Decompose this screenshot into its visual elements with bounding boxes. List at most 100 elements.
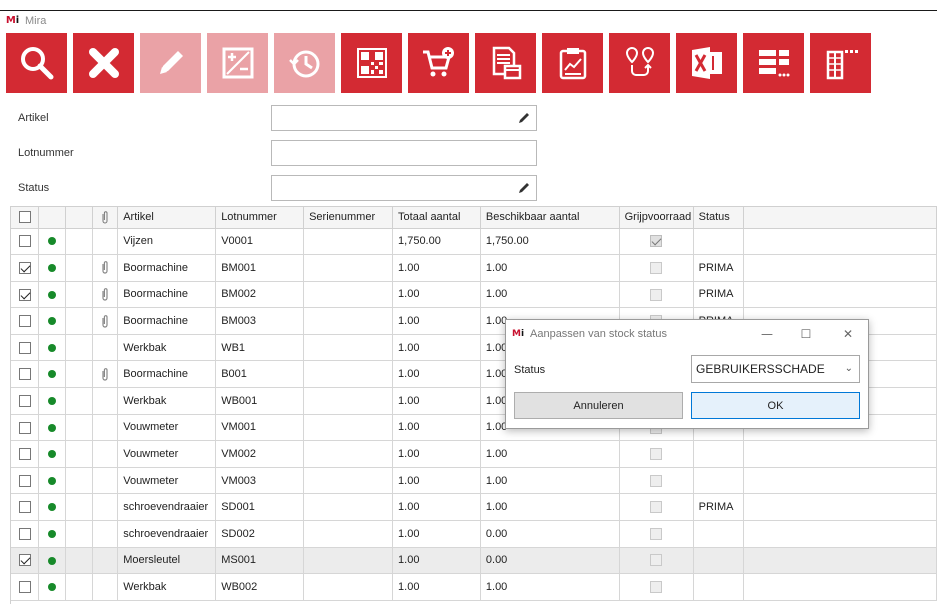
col-beschikbaar-aantal[interactable]: Beschikbaar aantal	[480, 207, 620, 229]
status-input[interactable]	[271, 175, 537, 201]
row-select-cell[interactable]	[11, 440, 40, 468]
artikel-filter-row: Artikel	[18, 105, 537, 131]
col-serienummer[interactable]: Serienummer	[303, 207, 394, 229]
row-checkbox[interactable]	[18, 421, 31, 434]
row-select-cell[interactable]	[11, 307, 40, 335]
cell-artikel: Vouwmeter	[117, 467, 217, 495]
row-checkbox[interactable]	[18, 554, 31, 567]
clipboard-chart-button[interactable]	[542, 33, 603, 93]
col-status[interactable]: Status	[693, 207, 744, 229]
row-checkbox[interactable]	[18, 581, 31, 594]
col-artikel[interactable]: Artikel	[117, 207, 217, 229]
row-checkbox[interactable]	[18, 474, 31, 487]
route-button[interactable]	[609, 33, 670, 93]
grijpvoorraad-checkbox	[650, 448, 663, 461]
row-checkbox[interactable]	[18, 341, 31, 354]
row-select-cell[interactable]	[11, 414, 40, 442]
row-select-cell[interactable]	[11, 387, 40, 415]
pencil-icon[interactable]	[517, 111, 531, 125]
col-grijpvoorraad[interactable]: Grijpvoorraad	[619, 207, 694, 229]
paperclip-icon[interactable]	[100, 367, 110, 381]
clipboard-chart-icon	[559, 48, 586, 80]
col-totaal-aantal[interactable]: Totaal aantal	[392, 207, 481, 229]
status-dot-icon	[48, 503, 57, 512]
table-row[interactable]: schroevendraaier SD001 1.00 1.00 PRIMA	[11, 493, 937, 522]
calculator-button[interactable]	[207, 33, 268, 93]
delete-icon	[88, 48, 119, 78]
cell-artikel: Boormachine	[117, 307, 217, 335]
paperclip-icon[interactable]	[100, 261, 110, 274]
close-button[interactable]: ✕	[838, 326, 858, 342]
row-select-cell[interactable]	[11, 493, 40, 522]
attachment-cell	[92, 334, 119, 362]
table-row[interactable]: Werkbak WB002 1.00 1.00	[11, 573, 937, 601]
table-row[interactable]: Vijzen V0001 1,750.00 1,750.00	[11, 228, 937, 256]
row-checkbox[interactable]	[18, 394, 31, 407]
document-box-button[interactable]	[475, 33, 536, 93]
row-checkbox[interactable]	[18, 448, 31, 461]
row-checkbox[interactable]	[18, 315, 31, 328]
cell-lotnummer: WB1	[215, 334, 305, 362]
row-checkbox[interactable]	[18, 261, 31, 274]
excel-export-button[interactable]	[676, 33, 737, 93]
row-select-cell[interactable]	[11, 520, 40, 548]
row-select-cell[interactable]	[11, 573, 40, 601]
cell-lotnummer: BM003	[215, 307, 305, 335]
col-lotnummer[interactable]: Lotnummer	[215, 207, 305, 229]
attachment-cell[interactable]	[92, 360, 119, 389]
cell-beschikbaar-aantal: 1.00	[480, 281, 620, 309]
cell-grijpvoorraad	[619, 254, 694, 282]
lotnummer-input[interactable]	[271, 140, 537, 166]
table-row[interactable]: Vouwmeter VM002 1.00 1.00	[11, 440, 937, 468]
row-select-cell[interactable]	[11, 467, 40, 495]
column-settings-button[interactable]	[810, 33, 871, 93]
row-checkbox[interactable]	[18, 501, 31, 514]
edit-button[interactable]	[140, 33, 201, 93]
cell-filler	[743, 467, 937, 495]
history-button[interactable]	[274, 33, 335, 93]
cell-beschikbaar-aantal: 0.00	[480, 520, 620, 548]
row-select-cell[interactable]	[11, 281, 40, 309]
row-checkbox[interactable]	[18, 288, 31, 301]
row-checkbox[interactable]	[18, 527, 31, 540]
search-button[interactable]	[6, 33, 67, 93]
cancel-button[interactable]: Annuleren	[514, 392, 683, 419]
maximize-button[interactable]: ☐	[796, 326, 816, 342]
row-checkbox[interactable]	[18, 235, 31, 248]
table-row[interactable]: Boormachine BM002 1.00 1.00 PRIMA	[11, 281, 937, 309]
row-select-cell[interactable]	[11, 254, 40, 282]
qr-code-icon	[356, 48, 387, 78]
grijpvoorraad-checkbox	[650, 288, 663, 301]
cell-filler	[743, 254, 937, 282]
cell-grijpvoorraad	[619, 228, 694, 256]
ok-button[interactable]: OK	[691, 392, 860, 419]
table-row[interactable]: Moersleutel MS001 1.00 0.00	[11, 547, 937, 575]
list-options-button[interactable]	[743, 33, 804, 93]
row-select-cell[interactable]	[11, 360, 40, 389]
cell-totaal-aantal: 1.00	[392, 440, 481, 468]
status-dropdown[interactable]: GEBRUIKERSSCHADE ⌄	[691, 355, 860, 383]
add-to-cart-button[interactable]	[408, 33, 469, 93]
qr-code-button[interactable]	[341, 33, 402, 93]
select-all-header[interactable]	[11, 207, 40, 229]
attachment-cell[interactable]	[92, 307, 119, 335]
row-select-cell[interactable]	[11, 228, 40, 256]
row-checkbox[interactable]	[18, 368, 31, 381]
attachment-cell	[92, 547, 119, 575]
paperclip-icon[interactable]	[100, 288, 110, 301]
table-row[interactable]: Boormachine BM001 1.00 1.00 PRIMA	[11, 254, 937, 282]
row-select-cell[interactable]	[11, 547, 40, 575]
cell-serienummer	[303, 573, 394, 601]
attachment-cell[interactable]	[92, 254, 119, 282]
cell-lotnummer: MS001	[215, 547, 305, 575]
artikel-input[interactable]	[271, 105, 537, 131]
pencil-icon[interactable]	[517, 181, 531, 195]
delete-button[interactable]	[73, 33, 134, 93]
row-select-cell[interactable]	[11, 334, 40, 362]
attachment-cell[interactable]	[92, 281, 119, 309]
minimize-button[interactable]: —	[757, 326, 777, 342]
paperclip-icon[interactable]	[100, 314, 110, 328]
table-row[interactable]: schroevendraaier SD002 1.00 0.00	[11, 520, 937, 548]
select-all-checkbox[interactable]	[18, 211, 31, 224]
table-row[interactable]: Vouwmeter VM003 1.00 1.00	[11, 467, 937, 495]
